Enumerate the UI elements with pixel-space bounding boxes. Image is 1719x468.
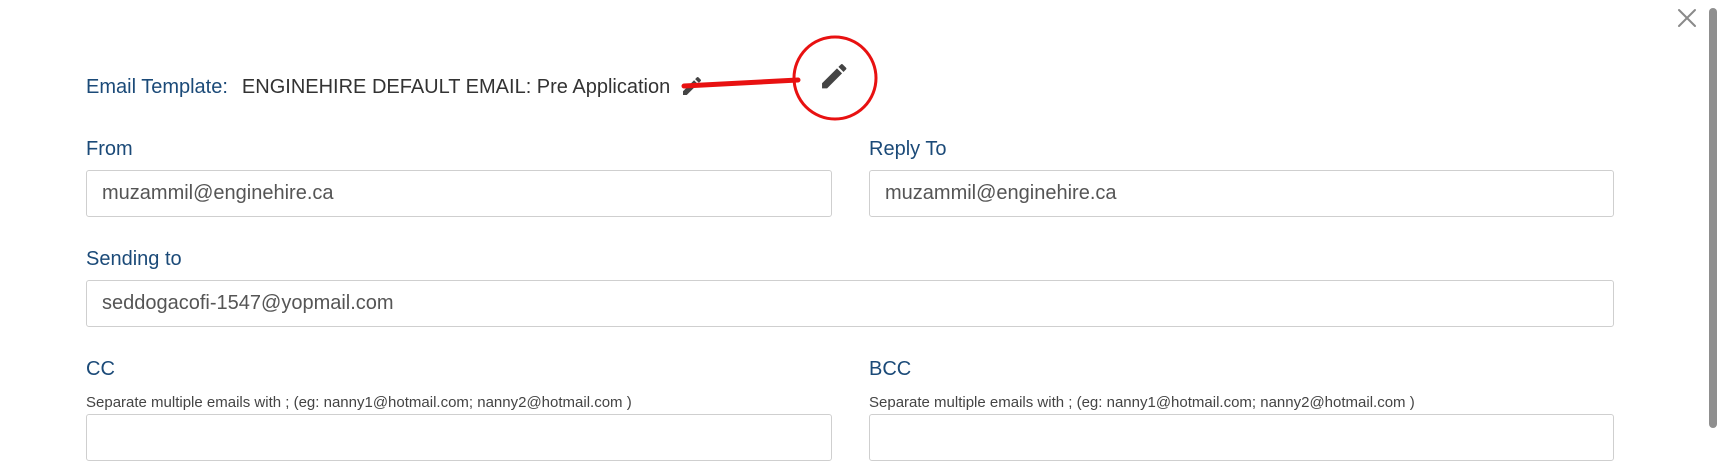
close-button[interactable] bbox=[1675, 6, 1699, 30]
sending-to-field[interactable] bbox=[86, 280, 1614, 327]
bcc-label: BCC bbox=[869, 358, 912, 380]
email-template-label: Email Template: bbox=[86, 75, 228, 98]
from-label: From bbox=[86, 138, 133, 160]
email-template-row: Email Template: ENGINEHIRE DEFAULT EMAIL… bbox=[86, 74, 670, 100]
annotation-circle bbox=[792, 35, 878, 121]
pencil-icon bbox=[683, 76, 702, 95]
scrollbar[interactable] bbox=[1707, 0, 1719, 468]
from-field[interactable] bbox=[86, 170, 832, 217]
cc-field[interactable] bbox=[86, 414, 832, 461]
bcc-field[interactable] bbox=[869, 414, 1614, 461]
email-template-value: ENGINEHIRE DEFAULT EMAIL: Pre Applicatio… bbox=[241, 75, 671, 98]
bcc-hint: Separate multiple emails with ; (eg: nan… bbox=[869, 394, 1415, 411]
cc-hint: Separate multiple emails with ; (eg: nan… bbox=[86, 394, 632, 411]
cc-label: CC bbox=[86, 358, 115, 380]
email-compose-modal: Email Template: ENGINEHIRE DEFAULT EMAIL… bbox=[0, 0, 1719, 468]
edit-template-button[interactable] bbox=[680, 74, 704, 98]
sending-to-label: Sending to bbox=[86, 248, 182, 270]
reply-to-label: Reply To bbox=[869, 138, 947, 160]
scrollbar-thumb[interactable] bbox=[1709, 8, 1717, 428]
pencil-icon bbox=[822, 64, 847, 89]
reply-to-field[interactable] bbox=[869, 170, 1614, 217]
close-icon bbox=[1678, 9, 1696, 27]
